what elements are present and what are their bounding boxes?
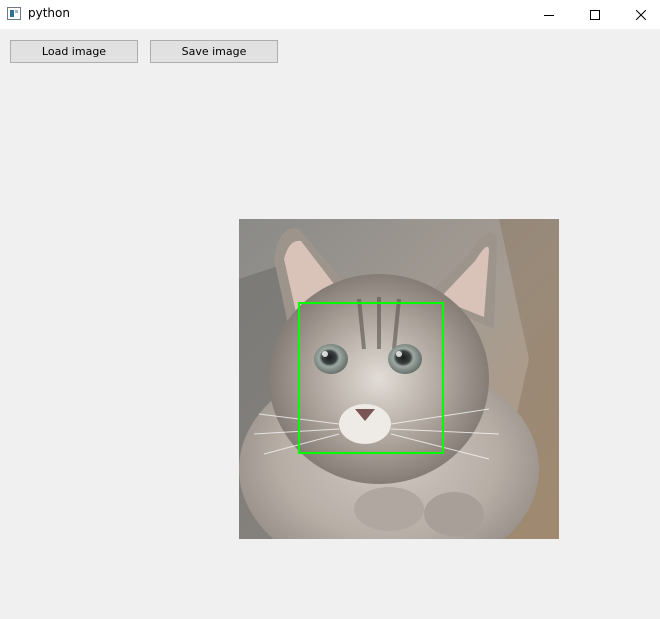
minimize-icon xyxy=(544,14,554,16)
title-bar: python xyxy=(0,0,660,29)
load-image-button[interactable]: Load image xyxy=(10,40,138,63)
close-icon xyxy=(636,9,646,20)
app-window-icon xyxy=(7,7,21,20)
image-display xyxy=(239,219,559,539)
window-title: python xyxy=(28,6,70,20)
save-image-button[interactable]: Save image xyxy=(150,40,278,63)
close-button[interactable] xyxy=(618,0,660,29)
maximize-button[interactable] xyxy=(572,0,618,29)
maximize-icon xyxy=(590,9,600,20)
minimize-button[interactable] xyxy=(526,0,572,29)
cat-photo xyxy=(239,219,559,539)
